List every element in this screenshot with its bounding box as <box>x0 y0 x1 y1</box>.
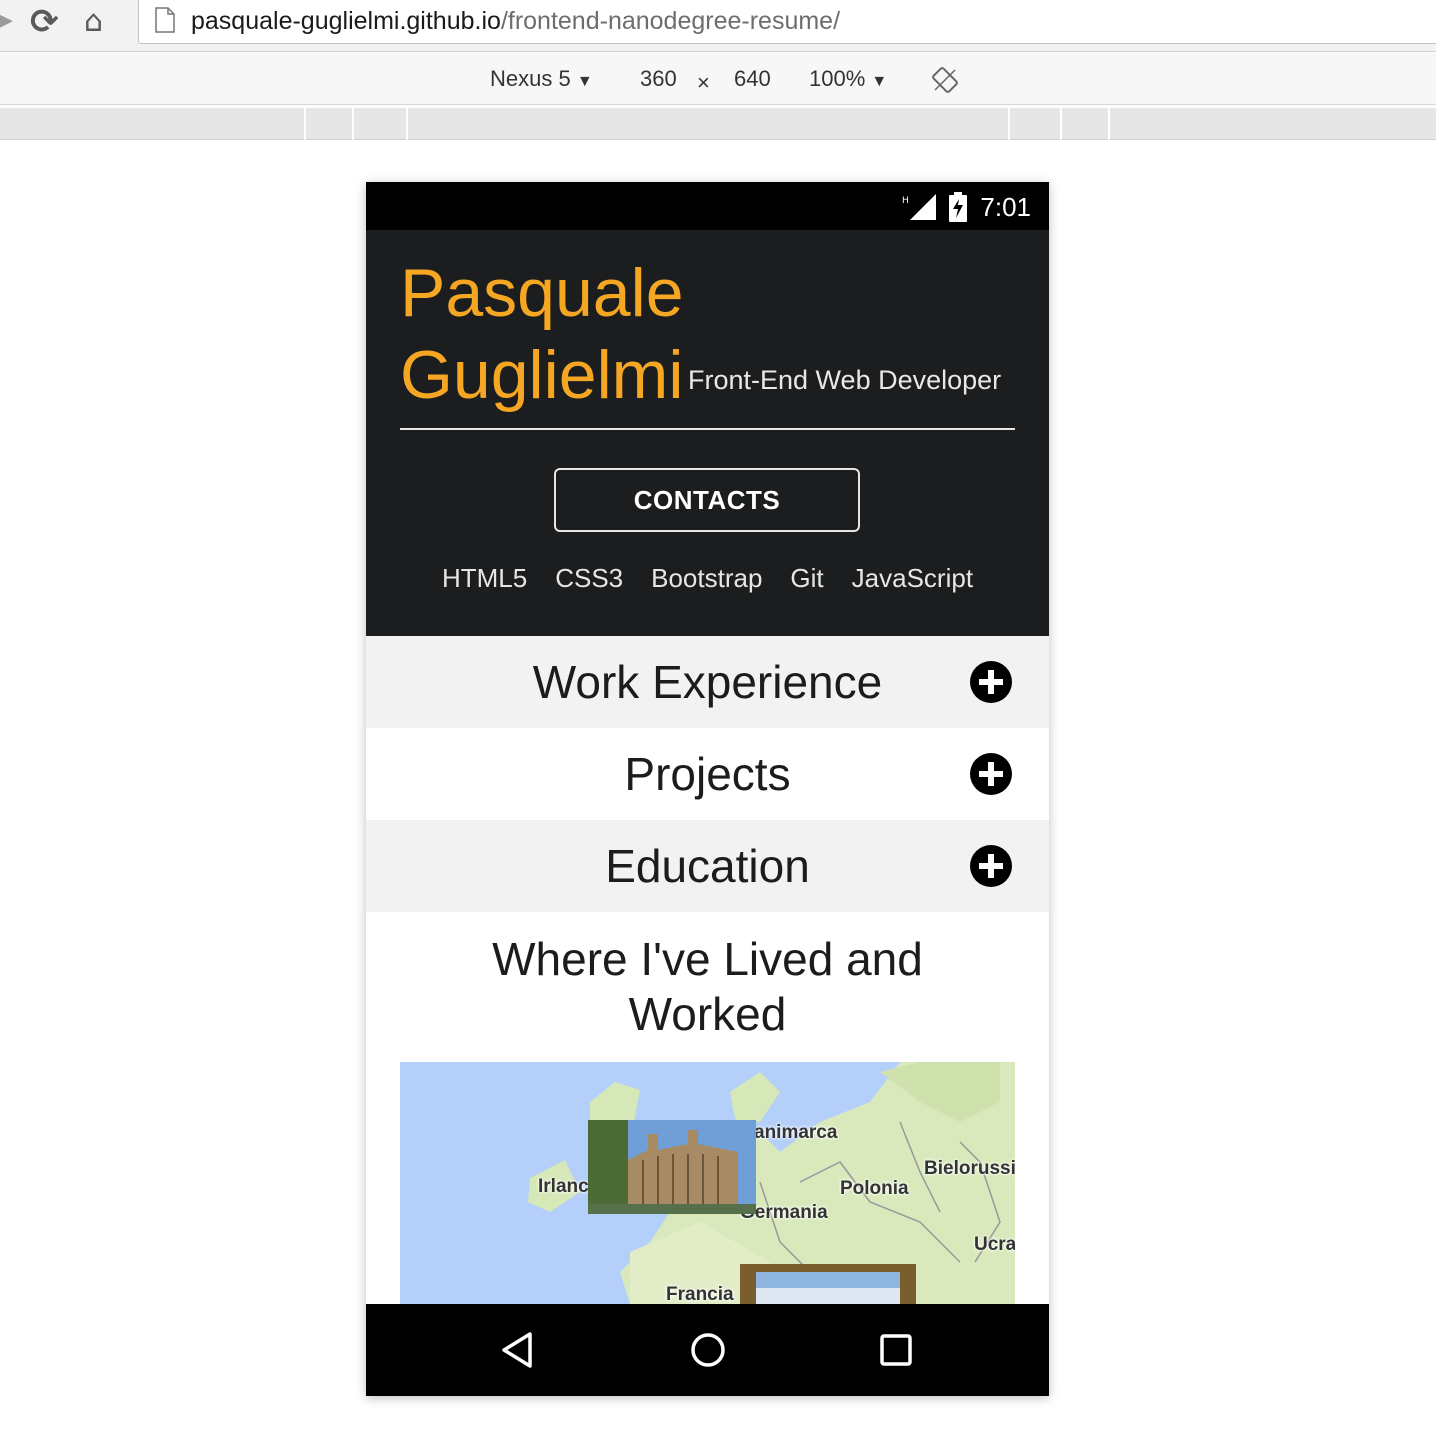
caret-down-icon: ▼ <box>576 73 593 90</box>
plus-circle-icon[interactable] <box>970 661 1012 703</box>
skill-item: CSS3 <box>555 563 624 593</box>
ruler-segment[interactable] <box>1060 108 1062 140</box>
map-label-ireland: Irlanc <box>538 1176 589 1197</box>
url-text: pasquale-guglielmi.github.io/frontend-na… <box>191 5 840 37</box>
width-field[interactable]: 360 <box>640 65 677 93</box>
url-path: /frontend-nanodegree-resume/ <box>500 7 841 35</box>
divider <box>400 428 1015 430</box>
ruler-segment[interactable] <box>1108 108 1110 140</box>
map-title-line-2: Worked <box>628 988 787 1040</box>
ruler-segment[interactable] <box>406 108 408 140</box>
name-line-1: Pasquale <box>400 255 684 331</box>
plus-circle-icon[interactable] <box>970 845 1012 887</box>
contacts-button[interactable]: CONTACTS <box>554 468 860 532</box>
ruler-segment[interactable] <box>352 108 354 140</box>
skill-item: HTML5 <box>441 563 528 593</box>
resume-header: Pasquale Guglielmi Front-End Web Develop… <box>366 230 1049 636</box>
section-title: Work Experience <box>532 656 883 708</box>
map-label-denmark: animarca <box>754 1122 838 1143</box>
device-name: Nexus 5 <box>490 66 571 91</box>
home-icon[interactable]: ⌂ <box>84 2 124 42</box>
role-subtitle: Front-End Web Developer <box>688 365 1002 395</box>
zoom-select[interactable]: 100% ▼ <box>809 65 887 96</box>
battery-icon <box>949 192 967 222</box>
skills-list: HTML5 CSS3 Bootstrap Git JavaScript <box>366 560 1049 596</box>
home-circle-icon[interactable] <box>688 1330 728 1370</box>
ruler-segment[interactable] <box>1008 108 1010 140</box>
device-toolbar: Nexus 5 ▼ 360 × 640 100% ▼ <box>0 53 1436 105</box>
name-line-2: Guglielmi <box>400 337 684 413</box>
android-nav-bar <box>366 1304 1049 1396</box>
times-separator: × <box>697 70 710 95</box>
url-host: pasquale-guglielmi.github.io <box>191 7 501 35</box>
section-title: Projects <box>624 748 791 800</box>
map-section-title: Where I've Lived and Worked <box>366 932 1049 1042</box>
status-bar: H 7:01 <box>366 182 1049 230</box>
signal-icon: H <box>902 194 936 220</box>
zoom-value: 100% <box>809 66 866 91</box>
location-photo-icon[interactable] <box>588 1120 756 1214</box>
page-icon <box>155 7 175 33</box>
map-label-ukraine: Ucra <box>974 1234 1015 1255</box>
caret-down-icon: ▼ <box>871 73 888 90</box>
location-photo-icon[interactable] <box>740 1264 916 1304</box>
back-icon[interactable]: ▶ <box>0 8 13 34</box>
map-view[interactable]: animarca Irlanc Germania Polonia Bieloru… <box>400 1062 1015 1304</box>
height-field[interactable]: 640 <box>734 65 771 93</box>
back-triangle-icon[interactable] <box>498 1330 538 1370</box>
address-bar[interactable]: pasquale-guglielmi.github.io/frontend-na… <box>138 0 1436 44</box>
map-label-belarus: Bielorussi <box>924 1158 1015 1179</box>
page-title: Pasquale Guglielmi <box>400 252 684 416</box>
skill-item: JavaScript <box>851 563 974 593</box>
section-title: Education <box>605 840 810 892</box>
rotate-icon[interactable] <box>930 65 960 95</box>
plus-circle-icon[interactable] <box>970 753 1012 795</box>
device-select[interactable]: Nexus 5 ▼ <box>490 65 593 96</box>
map-label-france: Francia <box>666 1284 734 1304</box>
svg-text:H: H <box>902 196 909 206</box>
map-title-line-1: Where I've Lived and <box>492 933 923 985</box>
reload-icon[interactable]: ⟳ <box>30 2 70 42</box>
device-viewport: H 7:01 Pasquale Guglielmi Front-End Web … <box>366 182 1049 1396</box>
map-label-poland: Polonia <box>840 1178 909 1199</box>
skill-item: Bootstrap <box>651 563 763 593</box>
section-work-experience[interactable]: Work Experience <box>366 636 1049 728</box>
status-time: 7:01 <box>980 192 1031 222</box>
section-education[interactable]: Education <box>366 820 1049 912</box>
browser-toolbar: ▶ ⟳ ⌂ pasquale-guglielmi.github.io/front… <box>0 0 1436 52</box>
media-query-ruler <box>0 108 1436 140</box>
recents-square-icon[interactable] <box>876 1330 916 1370</box>
ruler-segment[interactable] <box>304 108 306 140</box>
section-projects[interactable]: Projects <box>366 728 1049 820</box>
skill-item: Git <box>790 563 824 593</box>
